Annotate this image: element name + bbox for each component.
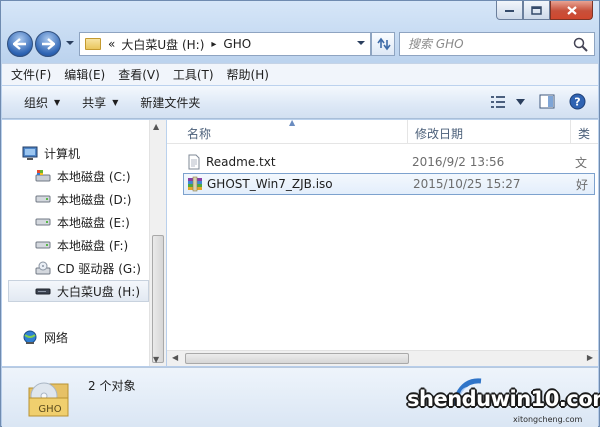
address-overflow[interactable]: « — [105, 37, 118, 51]
usb-drive-icon — [35, 283, 51, 299]
refresh-button[interactable] — [371, 32, 395, 56]
menu-help[interactable]: 帮助(H) — [227, 66, 269, 83]
nav-drive-label: 本地磁盘 (C:) — [57, 169, 131, 184]
folder-disc-icon: GHO — [28, 382, 69, 417]
watermark-subdomain: xitongcheng.com — [513, 415, 583, 424]
back-arrow-icon — [13, 38, 26, 50]
file-name: Readme.txt — [206, 155, 276, 169]
chevron-down-icon — [516, 98, 525, 105]
nav-drive-label: 本地磁盘 (E:) — [57, 215, 130, 230]
watermark: shenduwin10.com xitongcheng.com — [401, 377, 600, 427]
file-type: 好 — [576, 177, 589, 192]
address-bar[interactable]: « 大白菜U盘 (H:) ▸ GHO — [79, 32, 371, 56]
close-button[interactable] — [550, 1, 593, 20]
nav-computer[interactable]: 计算机 — [22, 142, 169, 164]
scroll-left-icon[interactable]: ◀ — [172, 353, 178, 362]
explorer-window: « 大白菜U盘 (H:) ▸ GHO 文件(F) 编辑(E) 查看(V) 工具(… — [0, 0, 600, 427]
view-options-button[interactable] — [490, 95, 525, 109]
menu-bar: 文件(F) 编辑(E) 查看(V) 工具(T) 帮助(H) — [2, 63, 598, 85]
minimize-button[interactable] — [496, 1, 523, 20]
file-row[interactable]: GHOST_Win7_ZJB.iso 2015/10/25 15:27 好 — [183, 173, 595, 195]
column-name[interactable]: 名称 — [187, 125, 211, 142]
chevron-down-icon: ▼ — [54, 97, 61, 107]
file-date: 2016/9/2 13:56 — [412, 155, 505, 169]
watermark-domain: shenduwin10.com — [407, 387, 600, 411]
preview-pane-button[interactable] — [539, 94, 555, 109]
file-type: 文 — [575, 155, 588, 170]
scroll-thumb[interactable] — [185, 353, 409, 364]
chevron-down-icon: ▼ — [112, 97, 119, 107]
nav-drive-label: 本地磁盘 (F:) — [57, 238, 129, 253]
folder-icon — [85, 38, 101, 50]
nav-pane-scrollbar[interactable]: ▲ ▼ — [149, 120, 166, 366]
breadcrumb-drive[interactable]: 大白菜U盘 (H:) — [118, 36, 207, 53]
hard-drive-icon — [35, 214, 51, 230]
share-label: 共享 — [82, 95, 107, 110]
file-date: 2015/10/25 15:27 — [413, 177, 521, 191]
column-divider[interactable] — [407, 120, 408, 144]
network-icon — [22, 329, 38, 345]
preview-pane-icon — [539, 94, 555, 109]
organize-button[interactable]: 组织 ▼ — [24, 94, 60, 111]
maximize-button[interactable] — [523, 1, 550, 20]
file-name: GHOST_Win7_ZJB.iso — [207, 177, 333, 191]
forward-button[interactable] — [35, 31, 61, 57]
computer-icon — [22, 145, 38, 161]
navigation-bar: « 大白菜U盘 (H:) ▸ GHO — [7, 29, 595, 59]
history-dropdown-icon[interactable] — [65, 39, 75, 47]
view-list-icon — [491, 95, 505, 108]
command-bar: 组织 ▼ 共享 ▼ 新建文件夹 ? — [2, 86, 598, 119]
nav-network[interactable]: 网络 — [22, 326, 169, 348]
navigation-pane: 计算机 本地磁盘 (C:) 本地磁盘 (D:) 本地磁盘 (E:) 本地磁盘 (… — [2, 120, 149, 366]
sort-ascending-icon: ▲ — [289, 118, 296, 127]
nav-network-label: 网络 — [44, 330, 69, 345]
menu-file[interactable]: 文件(F) — [11, 66, 51, 83]
nav-drive-h[interactable]: 大白菜U盘 (H:) — [8, 280, 149, 302]
breadcrumb-folder[interactable]: GHO — [220, 37, 254, 51]
address-dropdown-icon[interactable] — [356, 39, 366, 47]
menu-tools[interactable]: 工具(T) — [173, 66, 214, 83]
search-input[interactable] — [408, 37, 558, 51]
system-drive-icon — [35, 168, 51, 184]
search-box[interactable] — [399, 32, 595, 56]
nav-drive-label: 大白菜U盘 (H:) — [57, 284, 141, 299]
scroll-thumb[interactable] — [152, 235, 164, 363]
scroll-up-icon[interactable]: ▲ — [153, 122, 159, 131]
scroll-right-icon[interactable]: ▶ — [587, 353, 593, 362]
back-button[interactable] — [7, 31, 33, 57]
column-divider[interactable] — [570, 120, 571, 144]
nav-drive-label: 本地磁盘 (D:) — [57, 192, 132, 207]
svg-text:?: ? — [574, 96, 580, 109]
breadcrumb-separator-icon[interactable]: ▸ — [207, 39, 220, 50]
file-list: ▲ 名称 修改日期 类 Readme.txt 2016/9/2 13:56 文 … — [167, 118, 598, 366]
text-file-icon — [188, 154, 200, 170]
nav-drive-label: CD 驱动器 (G:) — [57, 261, 141, 276]
menu-edit[interactable]: 编辑(E) — [64, 66, 105, 83]
column-date[interactable]: 修改日期 — [415, 125, 463, 142]
cd-drive-icon — [35, 260, 51, 276]
hard-drive-icon — [35, 191, 51, 207]
hard-drive-icon — [35, 237, 51, 253]
nav-computer-label: 计算机 — [44, 146, 81, 161]
file-list-horizontal-scrollbar[interactable]: ◀ ▶ — [167, 350, 598, 366]
help-button[interactable]: ? — [569, 93, 586, 110]
toolbar-right: ? — [476, 93, 586, 110]
folder-icon-label: GHO — [38, 404, 61, 415]
help-icon: ? — [569, 93, 586, 110]
search-icon[interactable] — [573, 37, 588, 52]
forward-arrow-icon — [42, 38, 55, 50]
new-folder-label: 新建文件夹 — [140, 95, 201, 110]
archive-file-icon — [188, 176, 202, 192]
caption-buttons — [496, 1, 593, 20]
menu-view[interactable]: 查看(V) — [118, 66, 160, 83]
scroll-down-icon[interactable]: ▼ — [153, 355, 159, 364]
item-count: 2 个对象 — [88, 379, 136, 393]
column-header: ▲ 名称 修改日期 类 — [167, 118, 598, 144]
column-type[interactable]: 类 — [578, 125, 590, 142]
organize-label: 组织 — [24, 95, 49, 110]
refresh-icon — [377, 37, 391, 51]
share-button[interactable]: 共享 ▼ — [82, 94, 118, 111]
file-row[interactable]: Readme.txt 2016/9/2 13:56 文 — [183, 151, 595, 173]
new-folder-button[interactable]: 新建文件夹 — [140, 94, 200, 111]
